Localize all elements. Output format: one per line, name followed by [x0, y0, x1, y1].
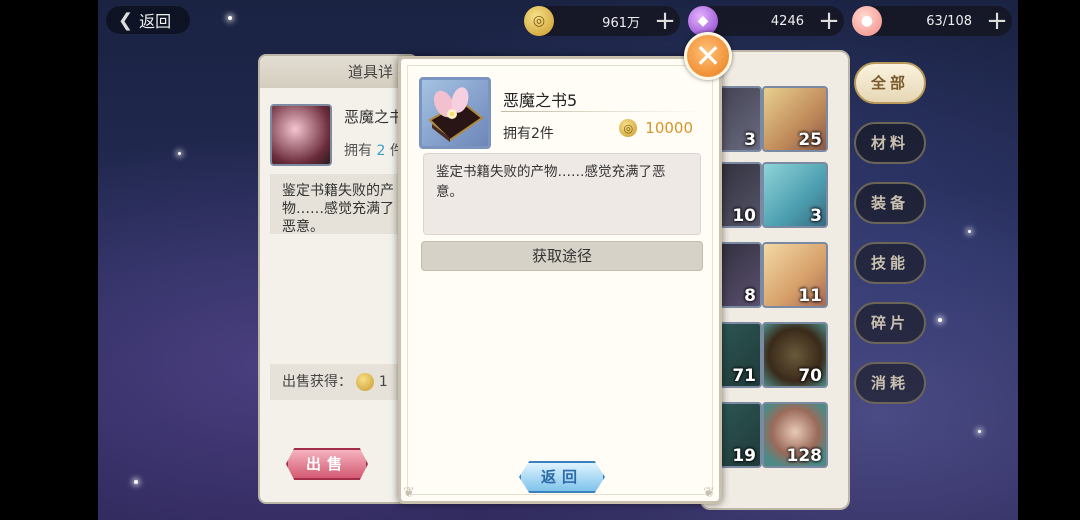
tab-all[interactable]: 全部 — [854, 62, 926, 104]
star-sparkle — [978, 430, 981, 433]
owned-count: 2 — [376, 143, 386, 159]
cell-count: 11 — [798, 286, 822, 306]
dialog-description: 鉴定书籍失败的产物……感觉充满了恶意。 — [423, 153, 701, 235]
tab-equipment[interactable]: 装备 — [854, 182, 926, 224]
back-button[interactable]: ❮ 返回 — [106, 6, 190, 34]
inventory-cell[interactable]: 70 — [762, 322, 828, 388]
inventory-cell[interactable]: 25 — [762, 86, 828, 152]
gem-value: 4246 — [770, 13, 804, 29]
inventory-cell[interactable]: 11 — [762, 242, 828, 308]
close-icon[interactable]: ✕ — [684, 32, 732, 80]
chevron-left-icon: ❮ — [118, 9, 134, 31]
add-stamina-button[interactable]: + — [982, 8, 1012, 34]
sell-button[interactable]: 出售 — [286, 448, 368, 480]
cell-count: 10 — [732, 206, 756, 226]
item-thumbnail — [270, 104, 332, 166]
cell-count: 8 — [744, 286, 756, 306]
gold-counter: ◎ 961万 + — [524, 6, 680, 36]
back-label: 返回 — [139, 12, 172, 31]
cell-count: 19 — [732, 446, 756, 466]
cell-count: 71 — [732, 366, 756, 386]
return-button[interactable]: 返回 — [519, 461, 605, 493]
star-sparkle — [938, 318, 942, 322]
star-sparkle — [178, 152, 181, 155]
sell-price-row: 出售获得： 1 — [270, 364, 418, 400]
stamina-value: 63/108 — [926, 13, 972, 29]
ornament-icon: ❦ — [403, 485, 415, 501]
tab-fragments[interactable]: 碎片 — [854, 302, 926, 344]
detail-panel-title: 道具详 — [260, 56, 416, 88]
star-sparkle — [228, 16, 232, 20]
sell-label: 出售获得： — [282, 374, 352, 390]
demon-book-icon — [428, 87, 484, 142]
ornament-icon: ❦ — [703, 485, 715, 501]
cell-count: 3 — [810, 206, 822, 226]
gold-value: 961万 — [602, 15, 640, 31]
cell-count: 70 — [798, 366, 822, 386]
inventory-cell[interactable]: 128 — [762, 402, 828, 468]
star-sparkle — [134, 480, 138, 484]
star-sparkle — [968, 230, 971, 233]
detail-description: 鉴定书籍失败的产物……感觉充满了恶意。 — [270, 174, 418, 234]
dialog-item-name: 恶魔之书5 — [503, 91, 578, 110]
obtain-method-button[interactable]: 获取途径 — [421, 241, 703, 271]
item-detail-panel: 道具详 恶魔之书 拥有 2 件 鉴定书籍失败的产物……感觉充满了恶意。 出售获得… — [258, 54, 418, 504]
dialog-owned: 拥有2件 — [503, 126, 554, 142]
inventory-cell[interactable]: 3 — [762, 162, 828, 228]
tab-skills[interactable]: 技能 — [854, 242, 926, 284]
sell-value: 1 — [378, 374, 388, 390]
owned-prefix: 拥有 — [344, 143, 372, 159]
cell-count: 128 — [786, 446, 823, 466]
dialog-price: ◎ 10000 — [619, 119, 693, 137]
divider — [501, 111, 701, 112]
stamina-counter: ● 63/108 + — [852, 6, 1012, 36]
item-icon — [419, 77, 491, 149]
add-gold-button[interactable]: + — [650, 8, 680, 34]
peach-icon: ● — [852, 6, 882, 36]
coin-icon: ◎ — [619, 119, 638, 137]
coin-icon: ◎ — [524, 6, 554, 36]
tab-consumables[interactable]: 消耗 — [854, 362, 926, 404]
cell-count: 3 — [744, 130, 756, 150]
price-value: 10000 — [645, 119, 693, 137]
add-gem-button[interactable]: + — [814, 8, 844, 34]
item-info-dialog: 恶魔之书5 拥有2件 ◎ 10000 鉴定书籍失败的产物……感觉充满了恶意。 获… — [398, 56, 722, 504]
coin-icon — [356, 373, 375, 391]
cell-count: 25 — [798, 130, 822, 150]
inventory-grid-panel: 3 25 10 3 8 11 71 70 19 128 — [696, 50, 850, 510]
tab-materials[interactable]: 材料 — [854, 122, 926, 164]
